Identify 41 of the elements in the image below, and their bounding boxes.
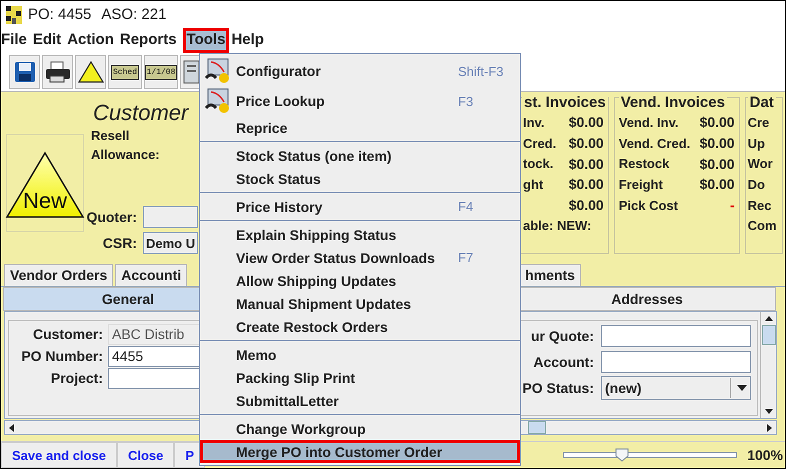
field-label: ur Quote:	[530, 328, 595, 344]
row-label: Wor	[748, 156, 773, 172]
row-label: Cred.	[523, 136, 556, 151]
row-label: able: NEW:	[523, 218, 592, 234]
window-title: ASO: 221	[101, 6, 166, 23]
row-label: Restock	[618, 156, 670, 172]
row-label: Freight	[618, 176, 663, 192]
field-label: Project:	[50, 370, 104, 386]
row-label: Inv.	[523, 114, 544, 130]
field-label: PO Status:	[521, 380, 595, 396]
row-label: ght	[523, 176, 544, 192]
field-label: Quoter:	[86, 209, 137, 225]
row-label: Vend. Cred.	[618, 136, 690, 151]
row-label: Com	[748, 218, 776, 234]
row-label: tock.	[523, 156, 554, 172]
status-badge: New	[6, 134, 84, 232]
field-label: Resell	[90, 127, 130, 145]
row-label: Cre	[748, 114, 770, 130]
amount: $0.00	[568, 197, 604, 214]
amount: $0.00	[568, 176, 604, 192]
amount: $0.00	[568, 135, 604, 152]
amount: $0.00	[700, 156, 735, 172]
row-label: Pick Cost	[618, 198, 678, 213]
amount: $0.00	[568, 156, 604, 172]
amount: $0.00	[700, 114, 735, 130]
field-label: PO Number:	[20, 348, 104, 364]
field-label: Allowance:	[90, 146, 161, 164]
amount: $0.00	[700, 135, 735, 152]
row-label: Do	[748, 176, 765, 192]
zoom-reading: 100%	[747, 447, 784, 463]
field-label: Customer:	[32, 326, 104, 342]
amount: -	[730, 197, 735, 214]
window-title: PO: 4455	[28, 6, 92, 23]
row-label: Vend. Inv.	[618, 114, 678, 130]
field-label: Account:	[532, 354, 595, 370]
amount: $0.00	[568, 114, 604, 130]
field-label: CSR:	[102, 235, 137, 251]
amount: $0.00	[700, 176, 735, 192]
form-title: Customer	[93, 100, 188, 126]
row-label: Up	[748, 136, 765, 151]
row-label: Rec	[748, 198, 772, 213]
